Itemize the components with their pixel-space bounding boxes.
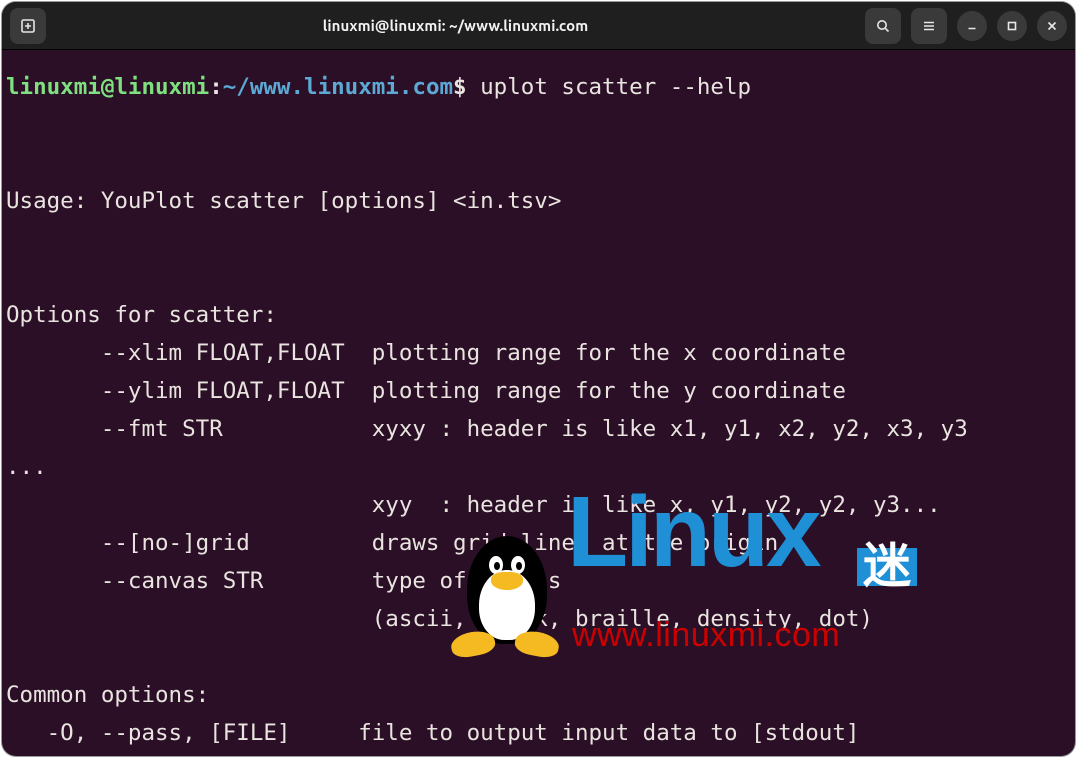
output-line: Usage: YouPlot scatter [options] <in.tsv… <box>6 188 561 214</box>
maximize-button[interactable] <box>997 11 1027 41</box>
prompt-dollar: $ <box>453 74 467 100</box>
search-button[interactable] <box>865 8 901 44</box>
output-line: --[no-]grid draws grid-lines at the orig… <box>6 530 778 556</box>
output-line: --ylim FLOAT,FLOAT plotting range for th… <box>6 378 846 404</box>
output-line: ... <box>6 454 47 480</box>
new-tab-button[interactable] <box>10 8 46 44</box>
window-title: linuxmi@linuxmi: ~/www.linuxmi.com <box>54 17 857 34</box>
titlebar: linuxmi@linuxmi: ~/www.linuxmi.com <box>2 2 1075 50</box>
output-line: Options for scatter: <box>6 302 277 328</box>
output-line: --fmt STR xyxy : header is like x1, y1, … <box>6 416 968 442</box>
watermark-suffix: 迷 <box>857 548 917 586</box>
close-button[interactable] <box>1037 11 1067 41</box>
output-line: (ascii, block, braille, density, dot) <box>6 606 873 632</box>
output-line: --canvas STR type of canvas <box>6 568 561 594</box>
prompt-path: ~/www.linuxmi.com <box>223 74 453 100</box>
output-line: xyy : header is like x, y1, y2, y2, y3..… <box>6 492 941 518</box>
terminal-content[interactable]: linuxmi@linuxmi:~/www.linuxmi.com$ uplot… <box>2 50 1075 756</box>
minimize-button[interactable] <box>957 11 987 41</box>
command-text: uplot scatter --help <box>467 74 751 100</box>
titlebar-right-buttons <box>865 8 1067 44</box>
output-line: -O, --pass, [FILE] file to output input … <box>6 720 859 746</box>
terminal-window: linuxmi@linuxmi: ~/www.linuxmi.com linux… <box>2 2 1075 756</box>
output-line: --xlim FLOAT,FLOAT plotting range for th… <box>6 340 846 366</box>
prompt-user-host: linuxmi@linuxmi <box>6 74 209 100</box>
output-line: Common options: <box>6 682 209 708</box>
hamburger-menu-button[interactable] <box>911 8 947 44</box>
prompt-colon: : <box>209 74 223 100</box>
